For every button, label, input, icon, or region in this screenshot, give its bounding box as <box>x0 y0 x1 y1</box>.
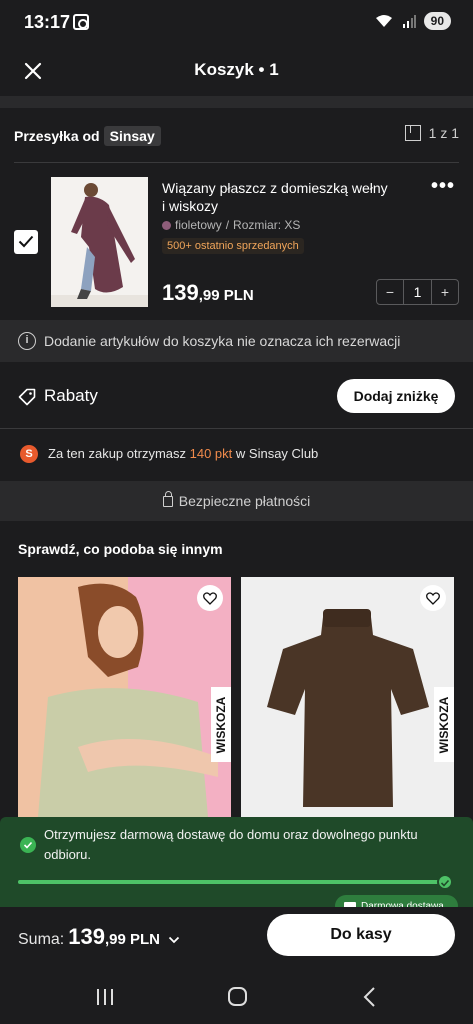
product-name[interactable]: Wiązany płaszcz z domieszką wełny i wisk… <box>162 179 392 215</box>
free-delivery-progress <box>18 880 444 884</box>
color-swatch-icon <box>162 220 171 230</box>
club-points-text: Za ten zakup otrzymasz 140 pkt w Sinsay … <box>48 446 318 461</box>
wifi-icon <box>375 15 392 27</box>
order-total[interactable]: Suma: 139,99 PLN <box>18 924 180 950</box>
product-color: fioletowy <box>175 218 222 232</box>
info-icon: i <box>18 332 36 350</box>
total-label: Suma: <box>18 931 65 948</box>
product-price: 139,99 PLN <box>162 280 254 306</box>
club-points: S Za ten zakup otrzymasz 140 pkt w Sinsa… <box>0 436 473 472</box>
bestseller-badge: 500+ ostatnio sprzedanych <box>162 238 304 254</box>
price-decimal: ,99 PLN <box>198 287 254 304</box>
secure-payments-bar: Bezpieczne płatności <box>0 481 473 521</box>
free-delivery-text: Otrzymujesz darmową dostawę do domu oraz… <box>44 827 418 862</box>
total-main: 139 <box>68 924 105 949</box>
divider <box>14 162 459 163</box>
secure-payments: Bezpieczne płatności <box>0 491 473 509</box>
variant-separator: / <box>225 218 230 232</box>
shipment-from-text: Przesyłka od <box>14 128 100 144</box>
checkout-button[interactable]: Do kasy <box>267 914 455 956</box>
header: Koszyk • 1 <box>0 46 473 96</box>
secure-payments-text: Bezpieczne płatności <box>178 493 311 509</box>
sinsay-club-icon: S <box>20 445 38 463</box>
shipment-header: Przesyłka od Sinsay 1 z 1 <box>0 110 473 160</box>
shipment-label: Przesyłka od Sinsay <box>14 126 161 146</box>
club-suffix: w Sinsay Club <box>235 446 319 461</box>
system-navigation-bar <box>0 967 473 1024</box>
free-delivery-banner: Otrzymujesz darmową dostawę do domu oraz… <box>0 817 473 907</box>
shipment-count: 1 z 1 <box>404 125 459 141</box>
package-icon <box>404 125 421 141</box>
product-variant: fioletowy / Rozmiar: XS <box>162 218 300 232</box>
club-points-value: 140 pkt <box>189 446 233 461</box>
section-divider <box>0 96 473 108</box>
check-icon <box>18 235 34 248</box>
recent-apps-icon[interactable] <box>90 985 120 1009</box>
discounts-row: Rabaty Dodaj zniżkę <box>0 368 473 424</box>
total-decimal: ,99 PLN <box>104 931 160 948</box>
recommendation-card[interactable]: WISKOZA <box>18 577 231 817</box>
brand-name: Sinsay <box>103 126 161 146</box>
home-icon[interactable] <box>222 985 252 1009</box>
more-options-icon[interactable]: ••• <box>431 176 455 196</box>
coat-photo <box>51 177 148 307</box>
material-badge: WISKOZA <box>434 687 454 762</box>
discounts-label: Rabaty <box>44 386 98 405</box>
recommendation-card[interactable]: WISKOZA <box>241 577 454 817</box>
tag-icon <box>18 388 36 406</box>
quantity-value: 1 <box>403 280 432 304</box>
product-size: Rozmiar: XS <box>233 218 301 232</box>
progress-check-icon <box>437 874 453 890</box>
back-icon[interactable] <box>355 985 385 1009</box>
material-badge-text: WISKOZA <box>214 696 228 753</box>
material-badge-text: WISKOZA <box>437 696 451 753</box>
brown-top-photo <box>241 577 454 817</box>
favorite-heart-icon[interactable] <box>197 585 223 611</box>
status-time: 13:17 <box>24 12 71 32</box>
decrease-quantity-button[interactable]: − <box>377 284 403 300</box>
signal-icon <box>402 15 416 28</box>
recommendations-title: Sprawdź, co podoba się innym <box>18 541 223 557</box>
material-badge: WISKOZA <box>211 687 231 762</box>
lock-icon <box>162 491 173 507</box>
product-image[interactable] <box>51 177 148 307</box>
tshirt-model-photo <box>18 577 231 817</box>
checkout-footer: Suma: 139,99 PLN Do kasy <box>0 907 473 967</box>
quantity-stepper: − 1 + <box>376 279 459 305</box>
chevron-down-icon <box>168 936 180 944</box>
battery-indicator: 90 <box>423 12 451 30</box>
add-discount-button[interactable]: Dodaj zniżkę <box>337 379 455 413</box>
status-bar: 13:17 90 <box>0 0 473 46</box>
reservation-info-text: Dodanie artykułów do koszyka nie oznacza… <box>44 333 401 349</box>
divider <box>0 428 473 429</box>
shipment-count-text: 1 z 1 <box>428 125 459 141</box>
cart-item: Wiązany płaszcz z domieszką wełny i wisk… <box>0 172 473 312</box>
club-prefix: Za ten zakup otrzymasz <box>48 446 186 461</box>
favorite-heart-icon[interactable] <box>420 585 446 611</box>
status-indicators: 90 <box>374 12 451 30</box>
increase-quantity-button[interactable]: + <box>432 284 458 300</box>
screen-record-icon <box>73 14 89 30</box>
check-circle-icon <box>20 837 36 853</box>
progress-fill <box>18 880 444 884</box>
reservation-info: i Dodanie artykułów do koszyka nie oznac… <box>0 320 473 362</box>
price-main: 139 <box>162 280 199 305</box>
item-checkbox[interactable] <box>14 230 38 254</box>
page-title: Koszyk • 1 <box>194 60 279 79</box>
